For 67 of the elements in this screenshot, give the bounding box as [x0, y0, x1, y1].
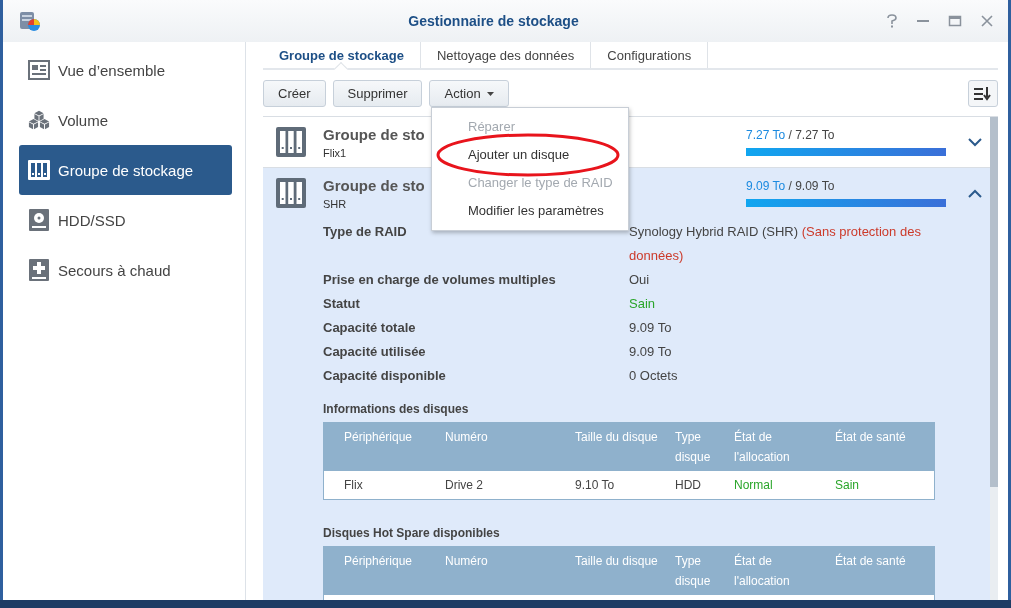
column-header: Numéro [445, 553, 489, 570]
detail-label: Capacité utilisée [323, 343, 427, 361]
table-cell-text: HDD [675, 478, 702, 492]
column-header: Numéro [445, 429, 489, 446]
disk-array-icon [276, 178, 306, 208]
detail-label: Statut [323, 295, 361, 313]
detail-value: Oui [629, 271, 651, 289]
column-header: Taille du disque [575, 553, 659, 570]
table-cell-text: Drive 2 [445, 478, 484, 492]
toolbar-button[interactable]: Action [429, 80, 509, 107]
sidebar-item[interactable]: HDD/SSD [19, 195, 232, 245]
column-header: État de l'allocation [734, 428, 791, 466]
disk-array-icon [28, 160, 50, 180]
column-header: Type disque [675, 429, 712, 466]
total-capacity: / 7.27 To [788, 128, 835, 142]
used-capacity: 9.09 To [746, 179, 786, 193]
used-capacity: 7.27 To [746, 128, 786, 142]
section-title: Informations des disques [323, 402, 470, 416]
pool-subtitle: SHR [323, 197, 347, 210]
detail-value: Sain [629, 295, 657, 313]
scrollbar-thumb[interactable] [990, 117, 998, 487]
table-cell-text: Sain [835, 478, 861, 492]
detail-label: Prise en charge de volumes multiples [323, 271, 557, 289]
detail-value: 9.09 To [629, 343, 673, 361]
pool-title: Groupe de sto [323, 176, 425, 194]
tab[interactable]: Nettoyage des données [421, 42, 592, 68]
detail-value: Synology Hybrid RAID (SHR) (Sans protection des données) [629, 223, 922, 265]
chevron-up-icon[interactable] [968, 188, 982, 198]
toolbar-button[interactable]: Supprimer [332, 80, 423, 107]
sort-button[interactable] [968, 80, 998, 107]
toolbar-button[interactable]: Créer [263, 80, 326, 107]
help-icon[interactable] [886, 14, 898, 28]
column-header: État de l'allocation [734, 552, 791, 590]
column-header: Périphérique [344, 429, 414, 446]
table-cell-text: 9.10 To [575, 478, 616, 492]
detail-label: Capacité totale [323, 319, 417, 337]
sidebar-item[interactable]: Volume [19, 95, 232, 145]
app-logo-icon [19, 10, 41, 32]
disk-array-icon [276, 127, 306, 157]
table-cell-text: Normal [734, 478, 774, 492]
close-icon[interactable] [980, 14, 994, 28]
detail-value: 0 Octets [629, 367, 679, 385]
detail-label: Capacité disponible [323, 367, 447, 385]
pool-title: Groupe de sto [323, 125, 425, 143]
detail-label: Type de RAID [323, 223, 408, 241]
total-capacity: / 9.09 To [788, 179, 835, 193]
sort-icon [974, 86, 992, 101]
sidebar-item[interactable]: Groupe de stockage [19, 145, 232, 195]
maximize-icon[interactable] [948, 14, 962, 28]
column-header: État de santé [835, 428, 907, 446]
window-title: Gestionnaire de stockage [407, 13, 580, 29]
column-header: Taille du disque [575, 429, 659, 446]
id-card-icon [28, 60, 50, 80]
pool-subtitle: Flix1 [323, 146, 347, 159]
column-header: Type disque [675, 553, 712, 590]
table-cell-text: Flix [344, 478, 364, 492]
sidebar-item[interactable]: Secours à chaud [19, 245, 232, 295]
menu-item[interactable]: Ajouter un disque [432, 141, 628, 169]
menu-item[interactable]: Modifier les paramètres [432, 197, 628, 225]
section-title: Disques Hot Spare disponibles [323, 526, 501, 540]
cubes-icon [28, 109, 50, 131]
chevron-down-icon[interactable] [968, 137, 982, 147]
column-header: État de santé [835, 552, 907, 570]
column-header: Périphérique [344, 553, 414, 570]
detail-value: 9.09 To [629, 319, 673, 337]
tab[interactable]: Configurations [591, 42, 709, 68]
sidebar-item[interactable]: Vue d’ensemble [19, 45, 232, 95]
